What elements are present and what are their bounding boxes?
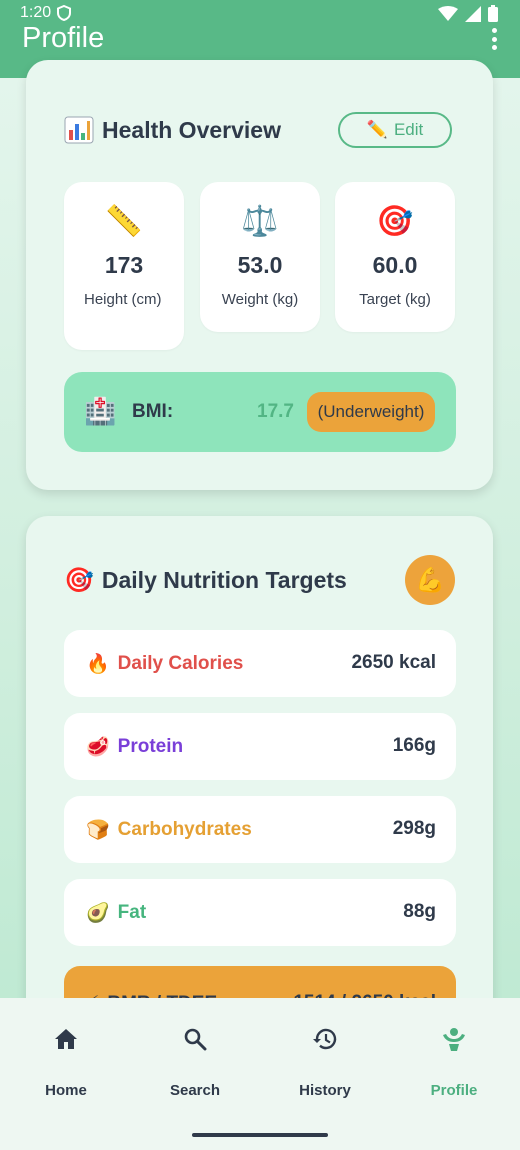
nutrition-row-protein: 🥩 Protein 166g <box>64 713 456 780</box>
calories-label: Daily Calories <box>117 653 244 674</box>
ruler-icon: 📏 <box>105 205 143 238</box>
nav-item-profile[interactable]: Profile <box>394 1024 514 1099</box>
fat-value: 88g <box>403 901 436 922</box>
wifi-icon <box>438 5 458 21</box>
target-value: 60.0 <box>372 252 418 278</box>
protein-value: 166g <box>392 735 436 756</box>
target-metric-card: 🎯 60.0 Target (kg) <box>335 182 455 332</box>
bar-chart-icon <box>64 116 94 144</box>
health-overview-card: Health Overview ✏️ Edit 📏 173 Height (cm… <box>26 60 493 490</box>
bmi-status-badge: (Underweight) <box>307 392 435 432</box>
carbohydrates-label: Carbohydrates <box>117 819 252 840</box>
avocado-icon: 🥑 <box>86 903 110 924</box>
status-bar-right <box>438 5 498 22</box>
scale-icon: ⚖️ <box>241 205 279 238</box>
nav-label-search: Search <box>169 1082 221 1099</box>
gesture-handle <box>192 1133 328 1137</box>
nav-label-history: History <box>299 1082 351 1099</box>
shield-icon <box>57 5 72 21</box>
nav-label-home: Home <box>45 1082 87 1099</box>
nutrition-row-carbohydrates: 🍞 Carbohydrates 298g <box>64 796 456 863</box>
battery-icon <box>488 5 498 22</box>
target-label: Target (kg) <box>359 291 431 308</box>
fat-label: Fat <box>117 902 147 923</box>
more-options-icon[interactable] <box>490 28 498 50</box>
signal-icon <box>465 5 481 22</box>
history-icon <box>313 1028 337 1050</box>
nutrition-row-fat: 🥑 Fat 88g <box>64 879 456 946</box>
nutrition-card: 🎯 Daily Nutrition Targets 💪 🔥 Daily Calor… <box>26 516 493 1076</box>
profile-icon <box>443 1028 465 1051</box>
pencil-icon: ✏️ <box>366 120 388 139</box>
status-time: 1:20 <box>20 4 52 21</box>
nav-item-home[interactable]: Home <box>6 1024 126 1099</box>
bmi-panel: 🏥 BMI: 17.7 (Underweight) <box>64 372 456 452</box>
search-icon <box>184 1028 207 1051</box>
flexed-biceps-icon[interactable]: 💪 <box>405 555 455 605</box>
meat-icon: 🥩 <box>86 737 110 758</box>
weight-label: Weight (kg) <box>221 291 299 308</box>
bottom-navigation: Home Search History Profile <box>0 998 520 1150</box>
weight-metric-card: ⚖️ 53.0 Weight (kg) <box>200 182 320 332</box>
calories-value: 2650 kcal <box>351 652 436 673</box>
nutrition-heading: 🎯 Daily Nutrition Targets <box>64 566 347 595</box>
bmi-label: BMI: <box>132 401 174 422</box>
height-value: 173 <box>104 252 144 278</box>
nav-item-search[interactable]: Search <box>135 1024 255 1099</box>
edit-button[interactable]: ✏️ Edit <box>338 112 452 148</box>
edit-label: Edit <box>393 120 424 139</box>
nutrition-row-calories: 🔥 Daily Calories 2650 kcal <box>64 630 456 697</box>
height-label: Height (cm) <box>84 291 162 308</box>
nav-item-history[interactable]: History <box>265 1024 385 1099</box>
health-overview-heading: Health Overview <box>64 116 281 144</box>
bmi-value: 17.7 <box>257 401 294 422</box>
target-icon: 🎯 <box>376 205 414 238</box>
nutrition-title: Daily Nutrition Targets <box>101 567 347 593</box>
page-title: Profile <box>22 22 105 54</box>
health-overview-title: Health Overview <box>102 116 281 143</box>
nav-label-profile: Profile <box>430 1082 478 1099</box>
home-icon <box>55 1029 77 1049</box>
fire-icon: 🔥 <box>86 654 110 675</box>
bread-icon: 🍞 <box>86 820 110 841</box>
carbohydrates-value: 298g <box>392 818 436 839</box>
protein-label: Protein <box>117 736 184 757</box>
status-bar-left: 1:20 <box>20 4 72 22</box>
target-icon: 🎯 <box>64 567 94 594</box>
weight-value: 53.0 <box>237 252 283 278</box>
hospital-icon: 🏥 <box>84 396 117 426</box>
height-metric-card: 📏 173 Height (cm) <box>64 182 184 350</box>
